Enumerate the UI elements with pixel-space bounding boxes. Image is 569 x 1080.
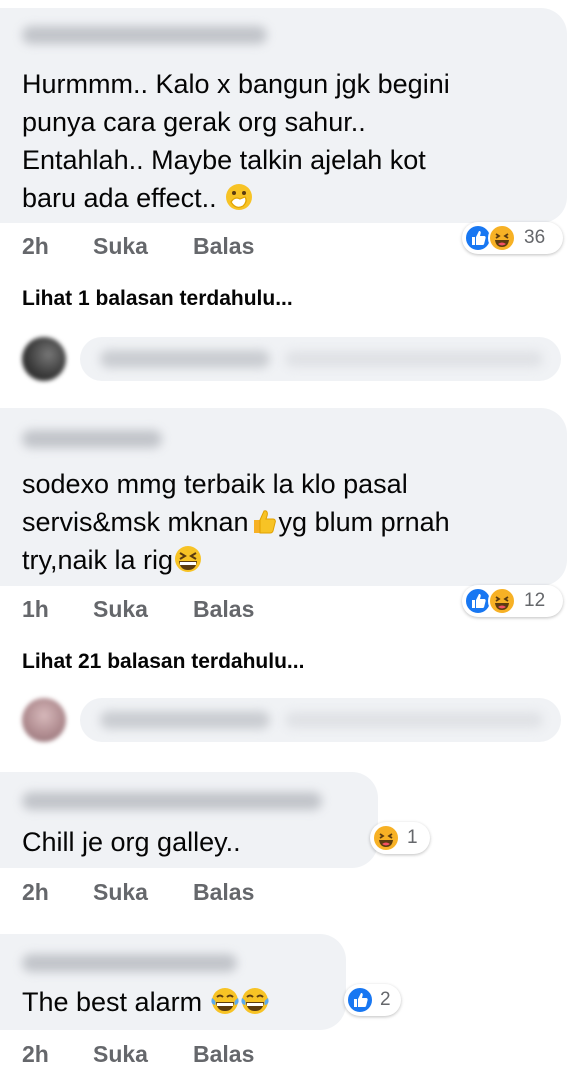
haha-icon	[372, 824, 400, 852]
comment-text: The best alarm	[22, 987, 203, 1017]
comment-actions: 2h Suka Balas	[0, 879, 569, 909]
like-button[interactable]: Suka	[93, 233, 148, 260]
reply-preview-text	[285, 351, 543, 367]
comment-text: baru ada effect..	[22, 183, 217, 213]
comment-time[interactable]: 2h	[22, 1041, 49, 1068]
comment-bubble: sodexo mmg terbaik la klo pasal servis&m…	[0, 408, 567, 586]
comment-time[interactable]: 2h	[22, 233, 49, 260]
face-with-tears-of-joy-icon	[240, 986, 270, 1016]
reply-preview-text	[285, 712, 543, 728]
comment-text-line: baru ada effect..	[22, 180, 254, 217]
like-button[interactable]: Suka	[93, 879, 148, 906]
grinning-squinting-face-icon	[173, 544, 203, 574]
reply-button[interactable]: Balas	[193, 1041, 254, 1068]
face-with-hand-over-mouth-icon	[224, 182, 254, 212]
comment-time[interactable]: 2h	[22, 879, 49, 906]
commenter-name	[100, 350, 270, 368]
like-icon	[346, 986, 374, 1014]
like-button[interactable]: Suka	[93, 596, 148, 623]
collapsed-reply[interactable]	[22, 698, 569, 742]
face-with-tears-of-joy-icon	[210, 986, 240, 1016]
avatar[interactable]	[22, 698, 66, 742]
comment-text-line: Entahlah.. Maybe talkin ajelah kot	[22, 145, 426, 175]
reaction-count: 1	[407, 827, 418, 848]
comment-text: yg blum prnah	[278, 507, 450, 537]
comment-actions: 2h Suka Balas	[0, 1041, 569, 1071]
comment-bubble: Chill je org galley..	[0, 772, 378, 868]
reaction-summary[interactable]: 2	[344, 984, 401, 1016]
comment-text-line: The best alarm	[22, 984, 270, 1021]
comment-text: servis&msk mknan	[22, 507, 249, 537]
comment-text-line: punya cara gerak org sahur..	[22, 107, 366, 137]
commenter-name[interactable]	[22, 26, 267, 44]
comment-text: try,naik la rig	[22, 545, 174, 575]
thumbs-up-icon	[249, 506, 279, 536]
comment-actions: 2h Suka Balas	[0, 233, 569, 263]
commenter-name	[100, 711, 270, 729]
reaction-count: 2	[380, 989, 391, 1010]
comment-text-line: try,naik la rig	[22, 542, 203, 579]
commenter-name[interactable]	[22, 792, 322, 810]
comment-text-line: sodexo mmg terbaik la klo pasal	[22, 469, 408, 499]
view-previous-replies-link[interactable]: Lihat 1 balasan terdahulu...	[22, 287, 293, 311]
reaction-summary[interactable]: 1	[370, 822, 430, 854]
avatar[interactable]	[22, 337, 66, 381]
reply-preview-bubble	[80, 337, 561, 381]
commenter-name[interactable]	[22, 954, 237, 972]
reply-preview-bubble	[80, 698, 561, 742]
view-previous-replies-link[interactable]: Lihat 21 balasan terdahulu...	[22, 650, 304, 674]
comment-text-line: servis&msk mknan yg blum prnah	[22, 504, 450, 541]
comment-bubble: The best alarm	[0, 934, 346, 1030]
collapsed-reply[interactable]	[22, 337, 569, 381]
commenter-name[interactable]	[22, 430, 162, 448]
reply-button[interactable]: Balas	[193, 879, 254, 906]
comment-bubble: Hurmmm.. Kalo x bangun jgk begini punya …	[0, 8, 567, 223]
comment-actions: 1h Suka Balas	[0, 596, 569, 626]
reply-button[interactable]: Balas	[193, 233, 254, 260]
comment-text-line: Hurmmm.. Kalo x bangun jgk begini	[22, 69, 450, 99]
comment-time[interactable]: 1h	[22, 596, 49, 623]
reply-button[interactable]: Balas	[193, 596, 254, 623]
comment-text-line: Chill je org galley..	[22, 827, 241, 857]
like-button[interactable]: Suka	[93, 1041, 148, 1068]
